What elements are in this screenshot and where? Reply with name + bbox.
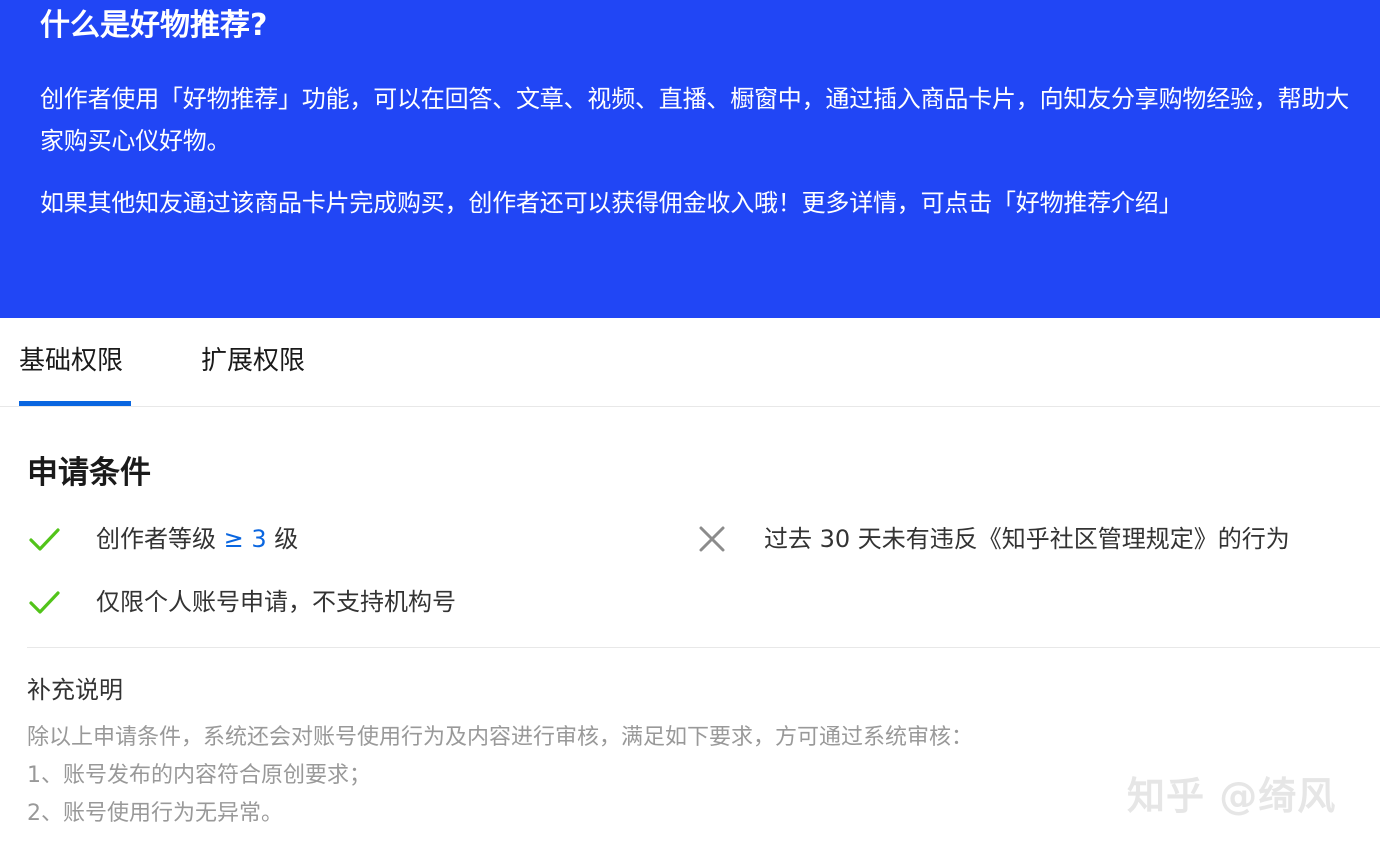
permission-tabs: 基础权限 扩展权限 bbox=[0, 318, 1380, 407]
supplement-line-1: 1、账号发布的内容符合原创要求； bbox=[27, 763, 371, 788]
check-icon bbox=[27, 522, 61, 556]
banner-title: 什么是好物推荐? bbox=[40, 8, 268, 43]
banner-paragraph-2: 如果其他知友通过该商品卡片完成购买，创作者还可以获得佣金收入哦！更多详情，可点击… bbox=[40, 182, 1370, 224]
creator-level-threshold: ≥ 3 bbox=[223, 525, 267, 553]
condition-no-violations: 过去 30 天未有违反《知乎社区管理规定》的行为 bbox=[764, 525, 1290, 553]
condition-personal-account: 仅限个人账号申请，不支持机构号 bbox=[96, 588, 456, 616]
supplement-line-intro: 除以上申请条件，系统还会对账号使用行为及内容进行审核，满足如下要求，方可通过系统… bbox=[27, 725, 974, 750]
intro-banner: 什么是好物推荐? 创作者使用「好物推荐」功能，可以在回答、文章、视频、直播、橱窗… bbox=[0, 0, 1380, 318]
cross-icon bbox=[695, 522, 729, 556]
watermark: 知乎 @绮风 bbox=[1127, 774, 1337, 818]
condition-creator-level-suffix: 级 bbox=[266, 525, 299, 553]
active-tab-indicator bbox=[19, 401, 131, 406]
supplement-line-2: 2、账号使用行为无异常。 bbox=[27, 801, 283, 826]
banner-paragraph-2-text: 如果其他知友通过该商品卡片完成购买，创作者还可以获得佣金收入哦！更多详情，可点击 bbox=[40, 189, 992, 217]
tab-basic-permissions[interactable]: 基础权限 bbox=[19, 342, 123, 380]
condition-creator-level: 创作者等级 ≥ 3 级 bbox=[96, 521, 298, 557]
banner-paragraph-1: 创作者使用「好物推荐」功能，可以在回答、文章、视频、直播、橱窗中，通过插入商品卡… bbox=[40, 85, 1349, 155]
section-divider bbox=[27, 647, 1380, 648]
check-icon bbox=[27, 585, 61, 619]
tab-extended-permissions[interactable]: 扩展权限 bbox=[201, 342, 305, 380]
supplement-heading: 补充说明 bbox=[27, 676, 123, 704]
conditions-heading: 申请条件 bbox=[27, 455, 151, 491]
condition-creator-level-prefix: 创作者等级 bbox=[96, 525, 224, 553]
feature-intro-link[interactable]: 「好物推荐介绍」 bbox=[992, 189, 1183, 217]
